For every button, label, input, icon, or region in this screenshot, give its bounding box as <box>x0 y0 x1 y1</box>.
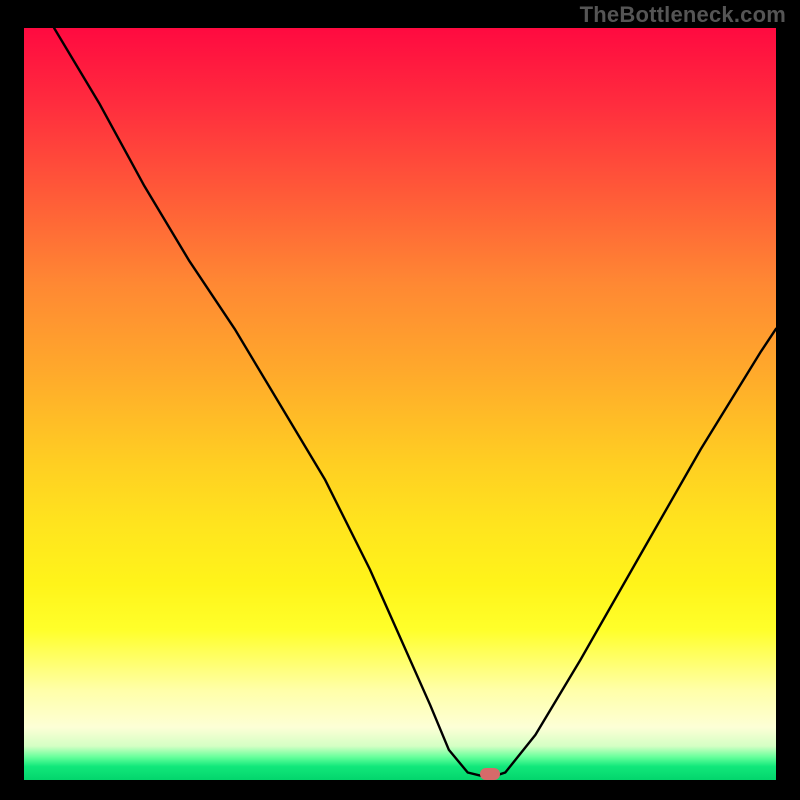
chart-frame: TheBottleneck.com <box>0 0 800 800</box>
bottleneck-curve <box>24 28 776 780</box>
plot-area <box>24 28 776 780</box>
optimum-marker <box>480 768 500 780</box>
watermark-text: TheBottleneck.com <box>580 2 786 28</box>
curve-path <box>54 28 776 776</box>
